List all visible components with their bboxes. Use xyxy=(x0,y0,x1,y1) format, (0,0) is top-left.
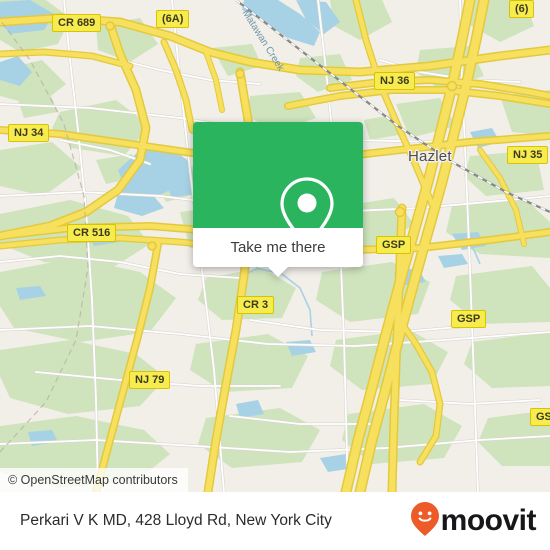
moovit-map-screenshot: Hazlet Matawan Creek CR 689 (6A) (6) NJ … xyxy=(0,0,550,550)
footer-bar: Perkari V K MD, 428 Lloyd Rd, New York C… xyxy=(0,492,550,550)
location-title: Perkari V K MD, 428 Lloyd Rd, New York C… xyxy=(20,512,332,529)
popup-tail xyxy=(268,267,288,277)
moovit-smiley-pin-icon xyxy=(410,501,439,541)
road-shield-nj-79[interactable]: NJ 79 xyxy=(129,371,171,389)
road-shield-gsp-3[interactable]: GS xyxy=(530,408,550,426)
road-shield-6a[interactable]: (6A) xyxy=(156,10,190,28)
moovit-wordmark: moovit xyxy=(440,504,537,537)
road-shield-nj-34[interactable]: NJ 34 xyxy=(8,124,50,142)
osm-attribution[interactable]: © OpenStreetMap contributors xyxy=(0,468,188,492)
moovit-logo[interactable]: moovit xyxy=(410,492,537,550)
road-shield-cr-516[interactable]: CR 516 xyxy=(67,224,117,242)
road-shield-nj-36[interactable]: NJ 36 xyxy=(374,72,416,90)
take-me-there-button[interactable]: Take me there xyxy=(193,228,363,267)
road-shield-gsp-1[interactable]: GSP xyxy=(376,236,412,254)
road-shield-6[interactable]: (6) xyxy=(509,0,535,18)
map-marker-popup[interactable]: Take me there xyxy=(193,122,363,277)
popup-footer: Take me there xyxy=(193,228,363,277)
road-shield-cr-3[interactable]: CR 3 xyxy=(237,296,275,314)
road-shield-gsp-2[interactable]: GSP xyxy=(451,310,487,328)
popup-header xyxy=(193,122,363,247)
road-shield-cr-689[interactable]: CR 689 xyxy=(52,14,102,32)
road-shield-nj-35[interactable]: NJ 35 xyxy=(507,146,549,164)
map-canvas[interactable]: Hazlet Matawan Creek CR 689 (6A) (6) NJ … xyxy=(0,0,550,492)
